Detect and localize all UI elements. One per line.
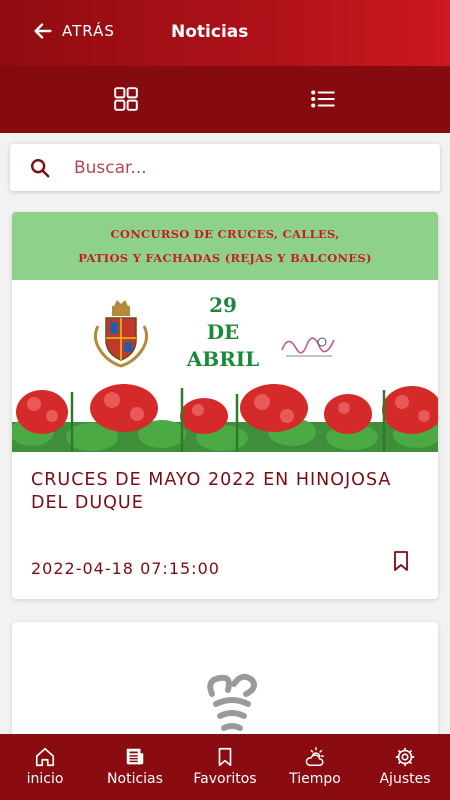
news-date: 2022-04-18 07:15:00: [31, 559, 220, 578]
banner-line-2: PATIOS Y FACHADAS (REJAS Y BALCONES): [78, 251, 372, 265]
view-toggle-bar: [0, 66, 450, 133]
nav-label: Tiempo: [289, 771, 341, 787]
nav-item-favoritos[interactable]: Favoritos: [180, 734, 270, 800]
app-header: ATRÁS Noticias: [0, 0, 450, 66]
gear-icon: [395, 747, 415, 767]
list-icon: [311, 90, 335, 108]
bookmark-icon[interactable]: [393, 550, 409, 572]
banner-header: CONCURSO DE CRUCES, CALLES, PATIOS Y FAC…: [12, 212, 438, 280]
search-icon[interactable]: [29, 157, 51, 179]
search-input[interactable]: [74, 144, 424, 191]
sponsor-logo-icon: [281, 337, 335, 357]
news-image: CONCURSO DE CRUCES, CALLES, PATIOS Y FAC…: [12, 212, 438, 452]
event-day: 29: [209, 293, 237, 317]
event-date: 29 DE ABRIL: [178, 292, 268, 373]
nav-label: inicio: [26, 771, 64, 787]
news-card[interactable]: CONCURSO DE CRUCES, CALLES, PATIOS Y FAC…: [12, 212, 438, 599]
event-de: DE: [206, 320, 240, 344]
nav-item-ajustes[interactable]: Ajustes: [360, 734, 450, 800]
back-button[interactable]: ATRÁS: [32, 20, 115, 42]
bookmark-icon: [218, 747, 232, 767]
weather-icon: [305, 747, 324, 766]
news-title: CRUCES DE MAYO 2022 EN HINOJOSA DEL DUQU…: [31, 470, 392, 513]
placeholder-logo-icon: [207, 673, 257, 731]
home-icon: [35, 747, 55, 767]
list-view-button[interactable]: [308, 84, 338, 114]
newspaper-icon: [126, 748, 144, 765]
coat-of-arms-icon: [93, 300, 149, 368]
page-title: Noticias: [171, 22, 249, 42]
nav-label: Favoritos: [193, 771, 257, 787]
nav-item-inicio[interactable]: inicio: [0, 734, 90, 800]
back-label: ATRÁS: [62, 22, 115, 40]
grid-icon: [114, 87, 138, 111]
nav-label: Ajustes: [379, 771, 431, 787]
flowers-illustration-icon: [12, 384, 438, 452]
arrow-left-icon: [34, 23, 52, 39]
grid-view-button[interactable]: [111, 84, 141, 114]
nav-label: Noticias: [107, 771, 163, 787]
bottom-nav: inicio Noticias Favoritos Tiempo Ajustes: [0, 734, 450, 800]
event-month: ABRIL: [186, 347, 260, 371]
nav-item-tiempo[interactable]: Tiempo: [270, 734, 360, 800]
banner-line-1: CONCURSO DE CRUCES, CALLES,: [110, 227, 340, 241]
nav-item-noticias[interactable]: Noticias: [90, 734, 180, 800]
search-bar: [10, 144, 440, 191]
